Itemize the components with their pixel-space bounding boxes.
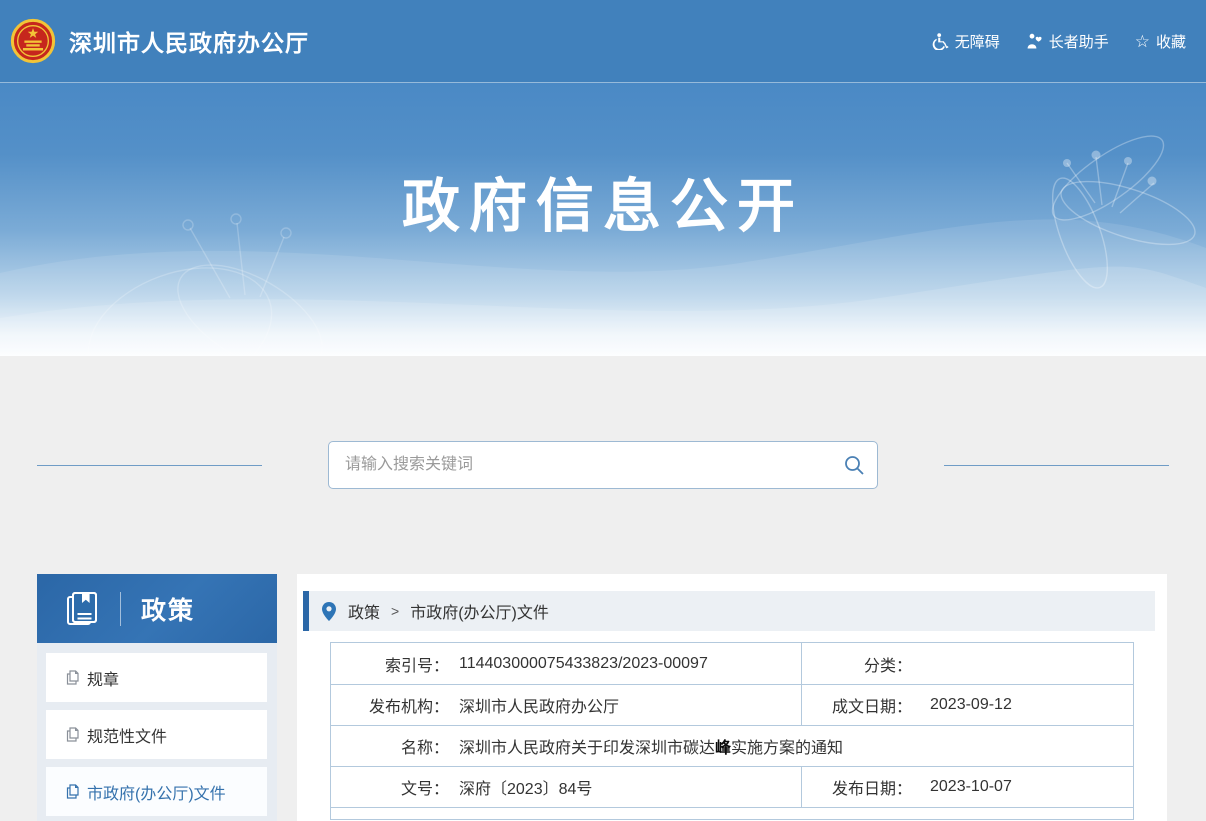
publisher-cell: 发布机构： 深圳市人民政府办公厅 (331, 685, 801, 725)
wheelchair-icon (932, 33, 949, 50)
index-value: 114403000075433823/2023-00097 (459, 655, 708, 673)
doc-number-label: 文号： (331, 775, 449, 799)
sidebar-header: 政策 (37, 574, 277, 643)
document-icon (66, 784, 79, 799)
search-box (328, 441, 878, 489)
breadcrumb-current: 市政府(办公厅)文件 (410, 599, 549, 623)
star-icon: ☆ (1135, 33, 1150, 50)
sidebar-item-label: 规章 (87, 666, 119, 690)
sidebar-title: 政策 (141, 591, 195, 627)
written-date-label: 成文日期： (802, 693, 912, 717)
publish-date-value: 2023-10-07 (930, 778, 1012, 796)
table-row-docnumber-publishdate: 文号： 深府〔2023〕84号 发布日期： 2023-10-07 (331, 766, 1133, 807)
elder-assist-link[interactable]: 长者助手 (1026, 31, 1109, 52)
doc-number-cell: 文号： 深府〔2023〕84号 (331, 767, 801, 807)
accessibility-label: 无障碍 (955, 31, 1000, 52)
breadcrumb-root[interactable]: 政策 (348, 599, 380, 623)
search-section (0, 440, 1206, 490)
index-cell: 索引号： 114403000075433823/2023-00097 (331, 643, 801, 684)
sidebar-header-divider (120, 592, 121, 626)
left-decor-line (37, 465, 262, 466)
sidebar-item-label: 市政府(办公厅)文件 (87, 780, 226, 804)
accessibility-link[interactable]: 无障碍 (932, 31, 1000, 52)
document-info-table: 索引号： 114403000075433823/2023-00097 分类： 发… (330, 642, 1134, 820)
site-brand: 深圳市人民政府办公厅 (10, 18, 309, 64)
document-icon (66, 727, 79, 742)
utility-links: 无障碍 长者助手 ☆ 收藏 (932, 31, 1186, 52)
sidebar-item-municipal-government-documents[interactable]: 市政府(办公厅)文件 (46, 767, 267, 816)
search-input[interactable] (328, 441, 878, 489)
table-row-index-category: 索引号： 114403000075433823/2023-00097 分类： (331, 643, 1133, 684)
main-wrapper: 政策 规章 规范性文件 (0, 574, 1206, 821)
publish-date-label: 发布日期： (802, 775, 912, 799)
table-row-partial (331, 807, 1133, 819)
category-cell: 分类： (801, 643, 1133, 684)
search-icon[interactable] (843, 454, 865, 476)
sidebar-item-regulations[interactable]: 规章 (46, 653, 267, 702)
sidebar-menu: 规章 规范性文件 市政府(办公厅)文件 (37, 643, 277, 816)
location-pin-icon (322, 602, 336, 621)
table-row-name: 名称： 深圳市人民政府关于印发深圳市碳达峰实施方案的通知 (331, 725, 1133, 766)
favorite-label: 收藏 (1156, 31, 1186, 52)
favorite-link[interactable]: ☆ 收藏 (1135, 31, 1186, 52)
publish-date-cell: 发布日期： 2023-10-07 (801, 767, 1133, 807)
written-date-value: 2023-09-12 (930, 696, 1012, 714)
content-panel: 政策 > 市政府(办公厅)文件 索引号： 114403000075433823/… (297, 574, 1167, 821)
document-name: 深圳市人民政府关于印发深圳市碳达峰实施方案的通知 (459, 734, 843, 758)
site-header: 深圳市人民政府办公厅 无障碍 长者助手 ☆ 收藏 (0, 0, 1206, 83)
elder-assist-label: 长者助手 (1049, 31, 1109, 52)
policy-books-icon (63, 589, 103, 629)
name-label: 名称： (331, 734, 449, 758)
breadcrumb: 政策 > 市政府(办公厅)文件 (303, 591, 1155, 631)
elder-assist-icon (1026, 33, 1043, 49)
index-label: 索引号： (331, 652, 449, 676)
name-cell: 名称： 深圳市人民政府关于印发深圳市碳达峰实施方案的通知 (331, 726, 1133, 766)
category-label: 分类： (802, 652, 912, 676)
site-title: 深圳市人民政府办公厅 (69, 24, 309, 58)
sidebar: 政策 规章 规范性文件 (37, 574, 277, 821)
national-emblem-logo (10, 18, 56, 64)
written-date-cell: 成文日期： 2023-09-12 (801, 685, 1133, 725)
content-area: 政策 规章 规范性文件 (0, 356, 1206, 821)
sidebar-item-label: 规范性文件 (87, 723, 167, 747)
banner-title: 政府信息公开 (0, 83, 1206, 243)
page-banner: 政府信息公开 (0, 83, 1206, 356)
publisher-label: 发布机构： (331, 693, 449, 717)
breadcrumb-separator: > (391, 603, 399, 619)
right-decor-line (944, 465, 1169, 466)
sidebar-item-normative-documents[interactable]: 规范性文件 (46, 710, 267, 759)
table-row-publisher-date: 发布机构： 深圳市人民政府办公厅 成文日期： 2023-09-12 (331, 684, 1133, 725)
doc-number-value: 深府〔2023〕84号 (459, 775, 592, 799)
publisher-value: 深圳市人民政府办公厅 (459, 693, 619, 717)
highlighted-keyword: 峰 (715, 740, 731, 757)
document-icon (66, 670, 79, 685)
